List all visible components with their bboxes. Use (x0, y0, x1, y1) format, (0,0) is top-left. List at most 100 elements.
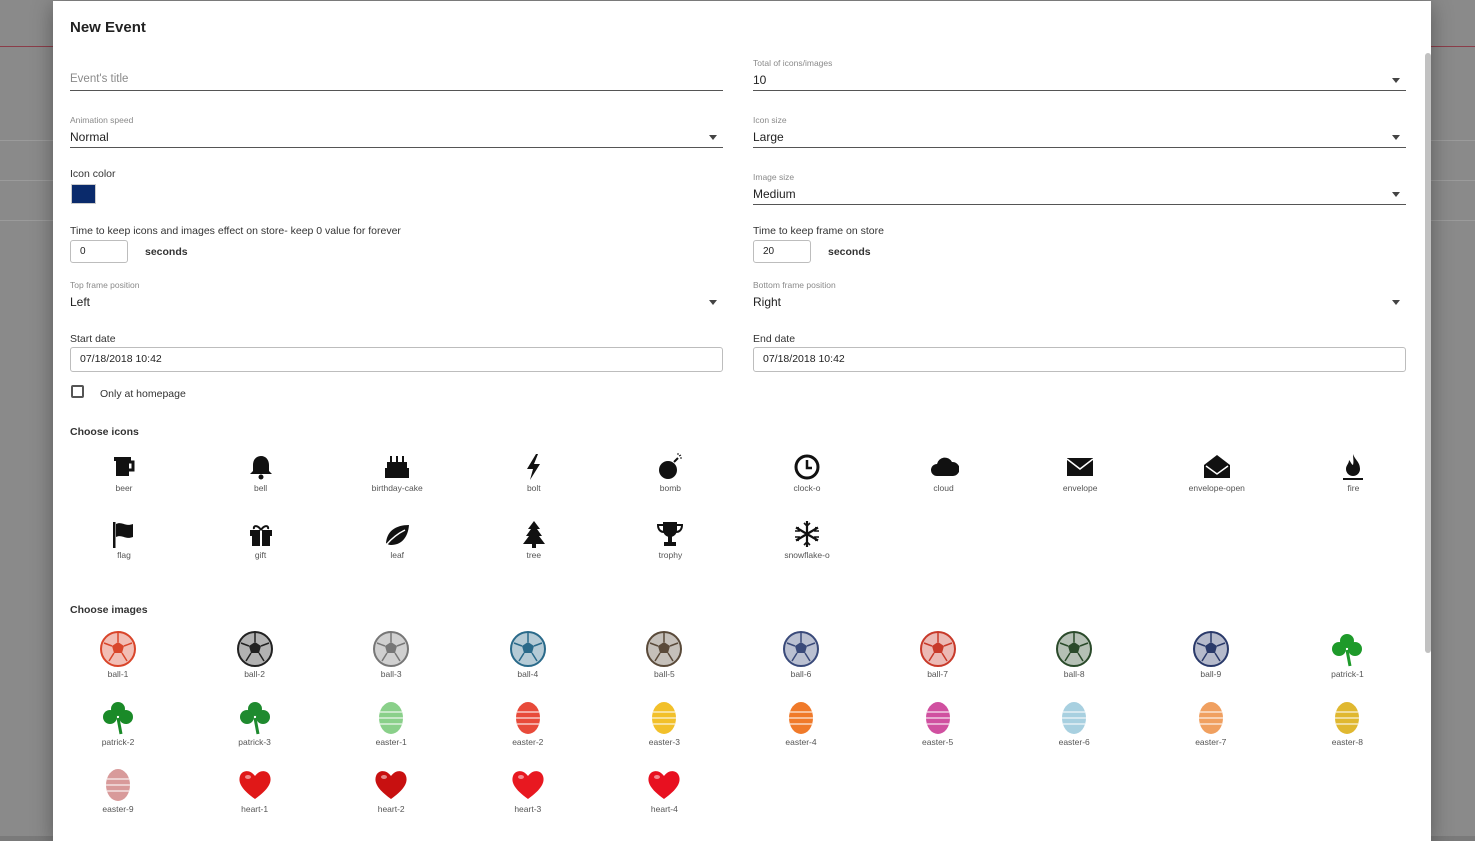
image-option-label: ball-3 (380, 669, 402, 679)
icon-option-flag[interactable]: flag (69, 519, 179, 560)
icon-option-leaf[interactable]: leaf (342, 519, 452, 560)
field-underline (70, 90, 723, 91)
icon-option-envelope-open[interactable]: envelope-open (1162, 452, 1272, 493)
chevron-down-icon (709, 135, 717, 140)
time-keep-frame-field: Time to keep frame on store 20 seconds (753, 224, 1406, 264)
start-date-input[interactable]: 07/18/2018 10:42 (70, 347, 723, 372)
image-option-easter-6[interactable]: easter-6 (1019, 698, 1129, 747)
fire-icon (1343, 454, 1364, 480)
icon-option-envelope[interactable]: envelope (1025, 452, 1135, 493)
image-option-ball-1[interactable]: ball-1 (63, 630, 173, 679)
envelope-open-icon (1203, 455, 1230, 478)
image-option-label: easter-3 (648, 736, 680, 747)
image-option-ball-8[interactable]: ball-8 (1019, 630, 1129, 679)
only-homepage-checkbox[interactable] (71, 385, 84, 398)
heart-2-image (375, 771, 407, 799)
image-option-label: ball-4 (517, 669, 539, 679)
easter-4-image (789, 701, 813, 734)
end-date-input[interactable]: 07/18/2018 10:42 (753, 347, 1406, 372)
icon-option-bomb[interactable]: bomb (615, 452, 725, 493)
image-option-easter-2[interactable]: easter-2 (473, 698, 583, 747)
start-date-field: Start date 07/18/2018 10:42 (70, 332, 723, 374)
chevron-down-icon (1392, 78, 1400, 83)
icon-option-cloud[interactable]: cloud (889, 452, 999, 493)
image-option-ball-6[interactable]: ball-6 (746, 630, 856, 679)
snowflake-o-icon (795, 521, 819, 547)
event-title-field[interactable]: Event's title (70, 61, 723, 93)
top-frame-value: Left (70, 295, 91, 309)
field-underline (753, 204, 1406, 205)
image-option-label: ball-1 (107, 669, 129, 679)
image-option-easter-7[interactable]: easter-7 (1156, 698, 1266, 747)
icon-option-bolt[interactable]: bolt (479, 452, 589, 493)
image-option-patrick-1[interactable]: patrick-1 (1292, 630, 1402, 679)
modal-scrollbar[interactable] (1425, 53, 1431, 653)
image-option-easter-5[interactable]: easter-5 (883, 698, 993, 747)
image-option-easter-3[interactable]: easter-3 (609, 698, 719, 747)
image-option-patrick-2[interactable]: patrick-2 (63, 698, 173, 747)
image-option-label: easter-1 (375, 736, 407, 747)
animation-speed-select[interactable]: Animation speed Normal (70, 115, 723, 150)
leaf-icon (386, 525, 410, 545)
icon-option-trophy[interactable]: trophy (615, 519, 725, 560)
image-size-select[interactable]: Image size Medium (753, 172, 1406, 207)
new-event-modal: New Event Event's title Total of icons/i… (53, 1, 1431, 841)
icon-color-swatch[interactable] (71, 184, 96, 204)
icon-option-label: clock-o (793, 483, 821, 493)
time-keep-icons-field: Time to keep icons and images effect on … (70, 224, 723, 264)
image-option-ball-3[interactable]: ball-3 (336, 630, 446, 679)
seconds-label: seconds (828, 246, 871, 258)
patrick-2-image (103, 701, 133, 734)
bottom-frame-select[interactable]: Bottom frame position Right (753, 280, 1406, 315)
event-title-input[interactable]: Event's title (70, 73, 128, 85)
choose-icons-title: Choose icons (70, 426, 139, 438)
image-option-easter-9[interactable]: easter-9 (63, 765, 173, 814)
image-option-heart-2[interactable]: heart-2 (336, 765, 446, 814)
image-option-ball-7[interactable]: ball-7 (883, 630, 993, 679)
time-keep-frame-input[interactable]: 20 (753, 240, 811, 263)
top-frame-select[interactable]: Top frame position Left (70, 280, 723, 315)
modal-title: New Event (70, 19, 146, 36)
image-option-easter-4[interactable]: easter-4 (746, 698, 856, 747)
easter-3-image (652, 701, 677, 734)
image-option-ball-2[interactable]: ball-2 (200, 630, 310, 679)
easter-5-image (925, 701, 950, 734)
icon-size-label: Icon size (753, 115, 787, 125)
image-option-ball-4[interactable]: ball-4 (473, 630, 583, 679)
icon-color-label: Icon color (70, 168, 116, 180)
icon-option-tree[interactable]: tree (479, 519, 589, 560)
icon-option-snowflake-o[interactable]: snowflake-o (752, 519, 862, 560)
bomb-icon (659, 453, 683, 479)
patrick-3-image (239, 701, 270, 734)
bolt-icon (526, 454, 540, 480)
image-option-heart-4[interactable]: heart-4 (609, 765, 719, 814)
time-keep-icons-label: Time to keep icons and images effect on … (70, 225, 401, 237)
easter-1-image (379, 701, 404, 734)
image-option-ball-9[interactable]: ball-9 (1156, 630, 1266, 679)
icon-option-label: envelope-open (1188, 483, 1245, 493)
gift-icon (249, 525, 272, 546)
birthday-cake-icon (385, 456, 410, 478)
total-icons-select[interactable]: Total of icons/images 10 (753, 58, 1406, 93)
image-option-heart-1[interactable]: heart-1 (200, 765, 310, 814)
image-option-ball-5[interactable]: ball-5 (609, 630, 719, 679)
icon-option-fire[interactable]: fire (1298, 452, 1408, 493)
icon-option-birthday-cake[interactable]: birthday-cake (342, 452, 452, 493)
bell-icon (249, 456, 272, 480)
icon-option-label: bell (253, 483, 268, 493)
icon-option-clock-o[interactable]: clock-o (752, 452, 862, 493)
only-homepage-label: Only at homepage (100, 388, 186, 400)
image-option-heart-3[interactable]: heart-3 (473, 765, 583, 814)
ball-1-image (100, 631, 136, 667)
image-option-patrick-3[interactable]: patrick-3 (200, 698, 310, 747)
image-option-easter-1[interactable]: easter-1 (336, 698, 446, 747)
icon-size-select[interactable]: Icon size Large (753, 115, 1406, 150)
icon-option-gift[interactable]: gift (206, 519, 316, 560)
image-option-easter-8[interactable]: easter-8 (1292, 698, 1402, 747)
icon-option-beer[interactable]: beer (69, 452, 179, 493)
heart-4-image (648, 771, 680, 799)
time-keep-icons-input[interactable]: 0 (70, 240, 128, 263)
ball-4-image (509, 631, 546, 667)
icon-option-bell[interactable]: bell (206, 452, 316, 493)
easter-6-image (1062, 701, 1087, 734)
